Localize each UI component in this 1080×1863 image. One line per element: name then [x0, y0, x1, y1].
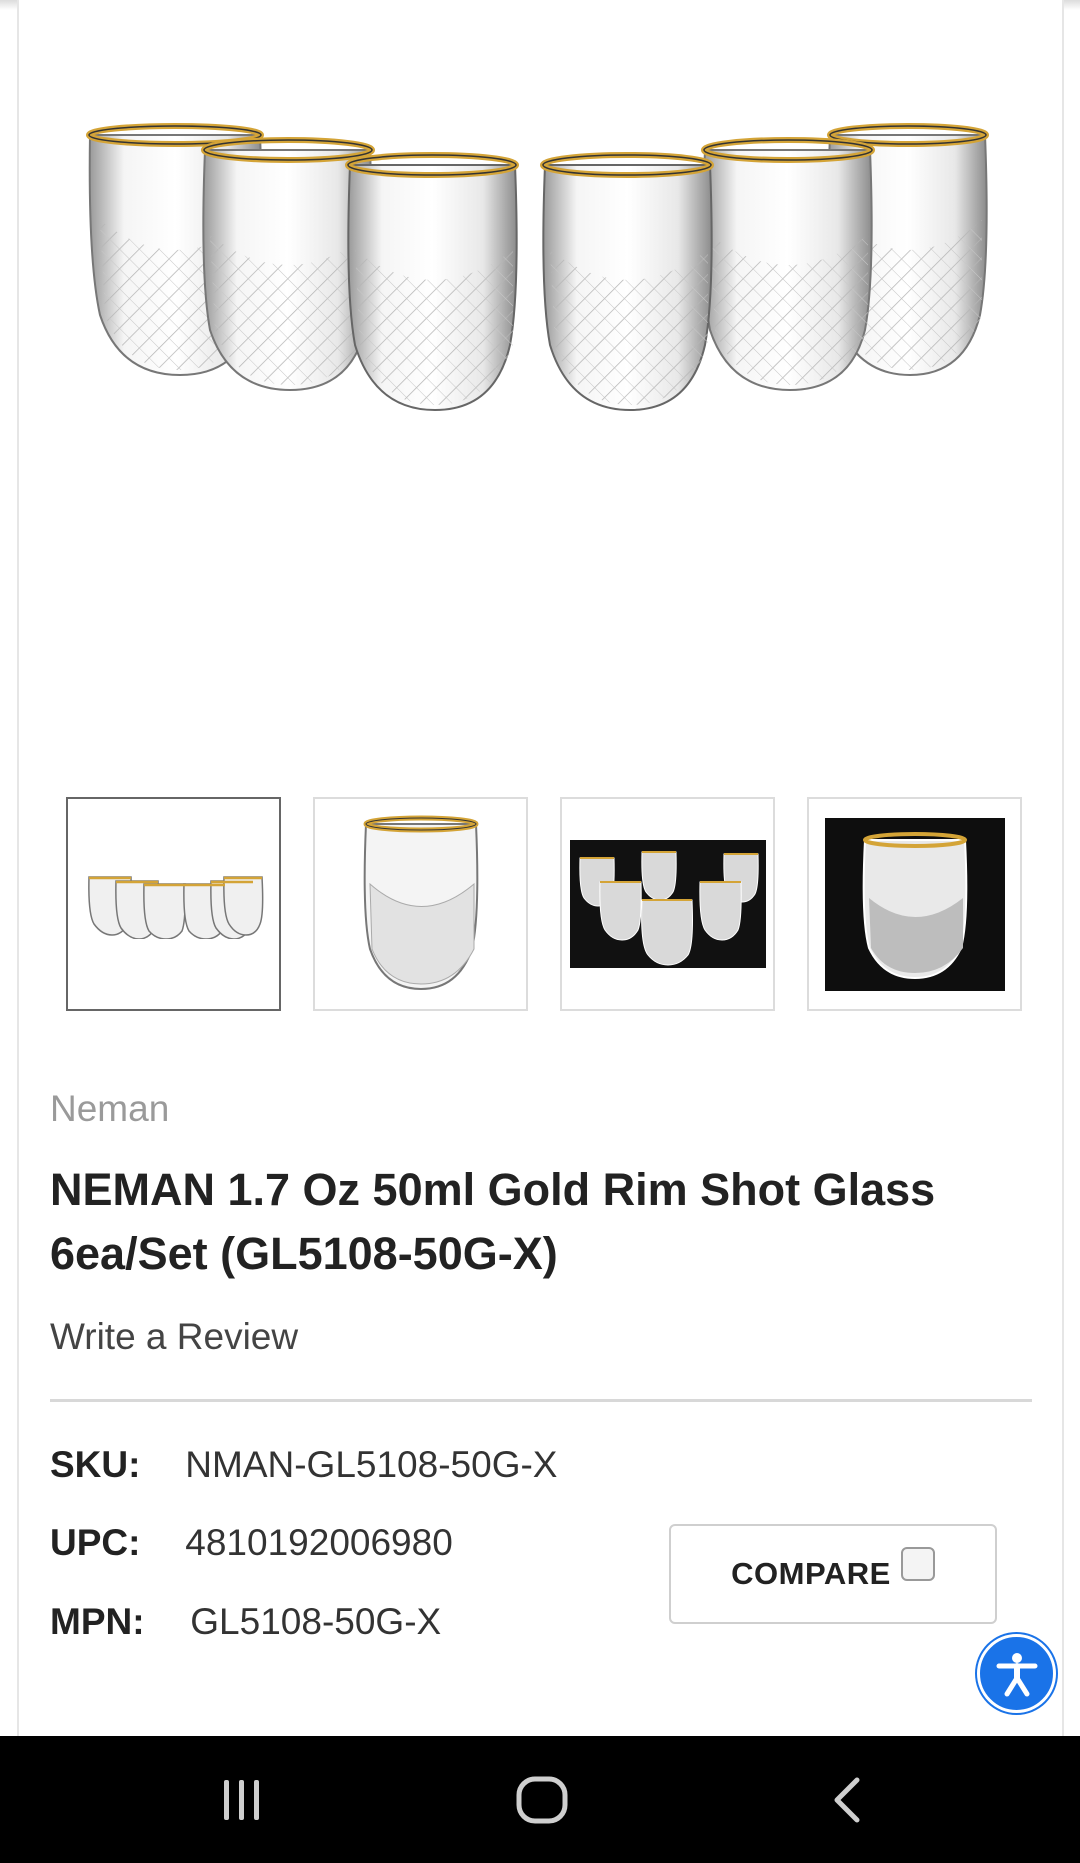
- accessibility-icon: [996, 1652, 1037, 1696]
- compare-checkbox[interactable]: [900, 1547, 935, 1581]
- recent-apps-icon: [224, 1779, 259, 1820]
- back-button[interactable]: [805, 1736, 889, 1863]
- thumbnail-2-image: [363, 815, 478, 991]
- thumbnail-gallery: [66, 797, 1022, 1012]
- glass-5: [701, 137, 875, 392]
- back-icon: [834, 1777, 860, 1822]
- product-title: NEMAN 1.7 Oz 50ml Gold Rim Shot Glass 6e…: [50, 1164, 936, 1279]
- glass-4: [540, 152, 714, 412]
- spec-mpn: MPN: GL5108-50G-X: [50, 1601, 441, 1643]
- thumbnail-3[interactable]: [560, 797, 775, 1011]
- thumbnail-4-image: [824, 817, 1005, 991]
- compare-button[interactable]: COMPARE: [669, 1524, 997, 1624]
- thumbnail-1-image: [87, 876, 263, 939]
- brand-name[interactable]: Neman: [50, 1088, 169, 1130]
- thumbnail-3-image: [569, 840, 766, 968]
- system-navigation-bar: [0, 1736, 1080, 1863]
- glass-set-illustration: [86, 123, 989, 412]
- write-review-link[interactable]: Write a Review: [50, 1316, 298, 1358]
- home-icon: [516, 1776, 568, 1823]
- accessibility-button[interactable]: [977, 1634, 1056, 1713]
- thumbnail-4[interactable]: [807, 797, 1022, 1011]
- divider: [50, 1399, 1032, 1402]
- glass-3: [345, 152, 519, 412]
- thumbnail-2[interactable]: [313, 797, 528, 1011]
- spec-mpn-value: GL5108-50G-X: [190, 1601, 442, 1642]
- spec-sku-value: NMAN-GL5108-50G-X: [185, 1444, 558, 1485]
- home-button[interactable]: [500, 1736, 584, 1863]
- main-product-image[interactable]: [60, 110, 1020, 440]
- spec-sku: SKU: NMAN-GL5108-50G-X: [50, 1444, 557, 1486]
- spec-upc-value: 4810192006980: [185, 1522, 453, 1563]
- product-page: Neman NEMAN 1.7 Oz 50ml Gold Rim Shot Gl…: [0, 0, 1080, 1863]
- spec-upc: UPC: 4810192006980: [50, 1522, 453, 1564]
- spec-sku-label: SKU:: [50, 1444, 141, 1485]
- spec-upc-label: UPC:: [50, 1522, 141, 1563]
- spec-mpn-label: MPN:: [50, 1601, 145, 1642]
- compare-label: COMPARE: [731, 1556, 891, 1591]
- glass-2: [201, 137, 375, 392]
- recent-apps-button[interactable]: [200, 1736, 284, 1863]
- thumbnail-1[interactable]: [66, 797, 281, 1011]
